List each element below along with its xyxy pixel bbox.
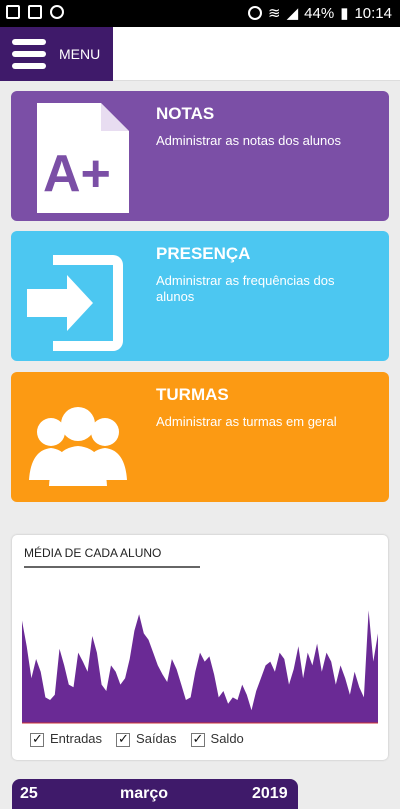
grade-document-icon: A+ bbox=[37, 103, 129, 213]
card-description: Administrar as frequências dos alunos bbox=[156, 273, 335, 304]
card-description: Administrar as turmas em geral bbox=[156, 414, 337, 429]
card-title: NOTAS bbox=[156, 104, 215, 123]
area-chart bbox=[22, 610, 378, 724]
status-bar: ≋ ◢ 44% ▮ 10:14 bbox=[0, 0, 400, 27]
checkbox-icon bbox=[116, 731, 131, 747]
date-day: 25 bbox=[20, 785, 38, 802]
legend-saldo-checkbox[interactable]: Saldo bbox=[190, 731, 244, 747]
sync-icon bbox=[50, 5, 64, 19]
date-selector[interactable]: 25 março 2019 bbox=[12, 779, 298, 809]
turmas-card[interactable]: TURMAS Administrar as turmas em geral bbox=[11, 372, 389, 502]
battery-percent: 44% bbox=[304, 4, 335, 22]
svg-text:A+: A+ bbox=[43, 145, 111, 203]
date-month: março bbox=[120, 785, 169, 802]
date-year: 2019 bbox=[252, 785, 288, 802]
signal-icon: ◢ bbox=[286, 5, 299, 22]
notas-card[interactable]: A+ NOTAS Administrar as notas dos alunos bbox=[11, 91, 389, 221]
average-chart-card: MÉDIA DE CADA ALUNO Entradas Saídas Sald… bbox=[12, 535, 388, 760]
menu-button[interactable]: MENU bbox=[0, 27, 113, 81]
series-area-0 bbox=[22, 610, 378, 723]
battery-icon: ▮ bbox=[340, 5, 349, 22]
card-title: TURMAS bbox=[156, 385, 229, 404]
card-description: Administrar as notas dos alunos bbox=[156, 133, 341, 148]
menu-label: MENU bbox=[59, 46, 101, 62]
alarm-icon bbox=[248, 6, 263, 20]
legend-saidas-checkbox[interactable]: Saídas bbox=[116, 731, 177, 747]
wifi-icon: ≋ bbox=[268, 5, 281, 22]
card-title: PRESENÇA bbox=[156, 244, 251, 263]
presenca-card[interactable]: PRESENÇA Administrar as frequências dos … bbox=[11, 231, 389, 361]
hamburger-icon bbox=[12, 39, 46, 69]
laptop-icon bbox=[28, 5, 42, 19]
legend-label: Saídas bbox=[136, 731, 177, 746]
chart-legend: Entradas Saídas Saldo bbox=[30, 731, 244, 747]
group-users-icon bbox=[29, 407, 127, 486]
legend-entradas-checkbox[interactable]: Entradas bbox=[30, 731, 102, 747]
chart-title: MÉDIA DE CADA ALUNO bbox=[24, 546, 162, 560]
checkbox-icon bbox=[30, 731, 44, 747]
checkbox-icon bbox=[190, 731, 205, 747]
legend-label: Entradas bbox=[50, 731, 103, 746]
sign-in-icon bbox=[27, 255, 123, 351]
gallery-icon bbox=[6, 5, 20, 19]
legend-label: Saldo bbox=[210, 731, 244, 746]
clock: 10:14 bbox=[354, 4, 392, 22]
app-header: MENU bbox=[0, 27, 400, 81]
chart-title-underline bbox=[24, 566, 200, 568]
